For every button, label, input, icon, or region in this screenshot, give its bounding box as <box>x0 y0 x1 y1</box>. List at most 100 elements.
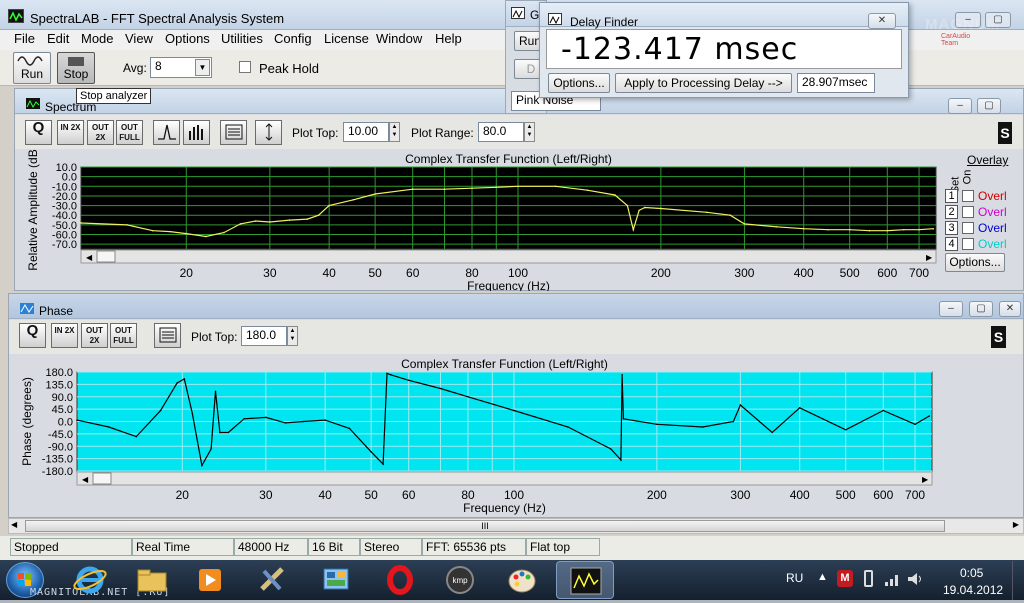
y-tick-label: -90.0 <box>48 441 73 453</box>
bar-mode-icon[interactable] <box>183 120 210 145</box>
menu-window[interactable]: Window <box>376 31 422 46</box>
spectrum-plot[interactable]: Complex Transfer Function (Left/Right) 10… <box>15 149 945 291</box>
stop-button[interactable]: Stop <box>57 52 95 84</box>
apply-processing-delay-button[interactable]: Apply to Processing Delay --> <box>615 73 792 93</box>
tray-volume-icon[interactable] <box>906 571 924 590</box>
phase-zoom-out-2x-icon[interactable]: OUT 2X <box>81 323 108 348</box>
chart-scroll-thumb[interactable] <box>96 250 116 263</box>
menu-edit[interactable]: Edit <box>47 31 69 46</box>
phase-s-badge[interactable]: S <box>991 326 1006 348</box>
main-maximize-button[interactable]: ▢ <box>985 12 1011 28</box>
kmplayer-icon[interactable]: kmp <box>440 561 480 599</box>
overlay-1-checkbox[interactable] <box>962 190 974 202</box>
spectrum-plot-top-input[interactable]: 10.00 <box>343 122 389 142</box>
ie-icon[interactable] <box>70 561 110 599</box>
chart-scroll-thumb[interactable] <box>92 472 112 485</box>
phase-close-button[interactable]: ✕ <box>999 301 1021 317</box>
show-desktop-button[interactable] <box>1012 561 1024 600</box>
phase-minimize-button[interactable]: – <box>939 301 963 317</box>
scroll-left-arrow[interactable]: ◀ <box>11 520 17 529</box>
chart-scroll-right[interactable]: ▶ <box>922 475 929 484</box>
menu-view[interactable]: View <box>125 31 153 46</box>
overlay-4-label[interactable]: Overl <box>978 237 1007 251</box>
spectrum-minimize-button[interactable]: – <box>948 98 972 114</box>
spectralab-taskbar-icon[interactable] <box>556 561 614 599</box>
clock-time[interactable]: 0:05 <box>960 566 983 580</box>
run-label: Run <box>20 67 43 81</box>
folder-icon[interactable] <box>132 561 172 599</box>
plot-range-input[interactable]: 80.0 <box>478 122 524 142</box>
tools-icon[interactable] <box>252 561 292 599</box>
peak-hold-checkbox[interactable] <box>239 61 251 73</box>
scroll-right-arrow[interactable]: ▶ <box>1013 520 1019 529</box>
overlay-3-checkbox[interactable] <box>962 222 974 234</box>
clock-date[interactable]: 19.04.2012 <box>943 583 1003 597</box>
language-indicator[interactable]: RU <box>786 571 803 585</box>
run-button[interactable]: Run <box>13 52 51 84</box>
overlay-3-label[interactable]: Overl <box>978 221 1007 235</box>
tray-arrow-icon[interactable]: ▲ <box>817 571 828 583</box>
phase-zoom-out-full-icon[interactable]: OUT FULL <box>110 323 137 348</box>
x-tick-label: 400 <box>794 266 814 280</box>
menu-utilities[interactable]: Utilities <box>221 31 263 46</box>
overlay-1-label[interactable]: Overl <box>978 189 1007 203</box>
menu-config[interactable]: Config <box>274 31 312 46</box>
paint-icon[interactable] <box>502 561 542 599</box>
data-point <box>638 209 640 212</box>
phase-zoom-in-2x-icon[interactable]: IN 2X <box>51 323 78 348</box>
chart-hscrollbar[interactable] <box>80 249 937 264</box>
phase-window: Phase – ▢ ✕ Q IN 2X OUT 2X OUT FULL Plot… <box>8 293 1024 518</box>
plot-area[interactable] <box>80 166 937 250</box>
phase-plot-top-input[interactable]: 180.0 <box>241 326 287 346</box>
main-minimize-button[interactable]: – <box>955 12 981 28</box>
data-point <box>324 419 326 421</box>
overlay-2-label[interactable]: Overl <box>978 205 1007 219</box>
chevron-down-icon[interactable]: ▼ <box>195 59 210 76</box>
chart-scroll-left[interactable]: ◀ <box>86 253 93 262</box>
overlay-4-checkbox[interactable] <box>962 238 974 250</box>
main-hscrollbar[interactable]: ◀ III ▶ <box>8 518 1024 534</box>
x-tick-label: 100 <box>504 488 524 502</box>
plot-range-spinner[interactable]: ▲ ▼ <box>524 122 535 142</box>
phase-maximize-button[interactable]: ▢ <box>969 301 993 317</box>
avg-select[interactable]: 8 ▼ <box>150 57 212 78</box>
tray-power-icon[interactable] <box>864 570 873 587</box>
control-panel-icon[interactable] <box>316 561 356 599</box>
menu-help[interactable]: Help <box>435 31 462 46</box>
x-tick-label: 50 <box>364 488 378 502</box>
x-tick-label: 40 <box>318 488 332 502</box>
menu-file[interactable]: File <box>14 31 35 46</box>
chart-scroll-right[interactable]: ▶ <box>926 253 933 262</box>
spectrum-restore-button[interactable]: ▢ <box>977 98 1001 114</box>
phase-plot[interactable]: Complex Transfer Function (Left/Right) 18… <box>9 352 949 518</box>
phase-plot-top-spinner[interactable]: ▲ ▼ <box>287 326 298 346</box>
menu-options[interactable]: Options <box>165 31 210 46</box>
menu-license[interactable]: License <box>324 31 369 46</box>
overlay-options-button[interactable]: Options... <box>945 253 1005 272</box>
zoom-out-full-icon[interactable]: OUT FULL <box>116 120 143 145</box>
scale-axis-icon[interactable] <box>255 120 282 145</box>
spectrum-plot-top-spinner[interactable]: ▲ ▼ <box>389 122 400 142</box>
phase-titlebar[interactable] <box>9 294 1023 319</box>
zoom-out-2x-icon[interactable]: OUT 2X <box>87 120 114 145</box>
overlay-2-checkbox[interactable] <box>962 206 974 218</box>
zoom-icon[interactable]: Q <box>25 120 52 145</box>
data-point <box>185 232 188 235</box>
zoom-in-2x-icon[interactable]: IN 2X <box>57 120 84 145</box>
chart-scroll-left[interactable]: ◀ <box>82 475 89 484</box>
delay-options-button[interactable]: Options... <box>548 73 610 93</box>
spectrum-s-badge[interactable]: S <box>998 122 1012 144</box>
scroll-thumb[interactable]: III <box>25 520 945 532</box>
chart-hscrollbar[interactable] <box>76 471 933 486</box>
menu-mode[interactable]: Mode <box>81 31 114 46</box>
processing-delay-field[interactable]: 28.907msec <box>797 73 875 93</box>
line-mode-icon[interactable] <box>153 120 180 145</box>
media-player-icon[interactable] <box>190 561 230 599</box>
delay-finder-close-button[interactable]: ✕ <box>868 13 896 29</box>
opera-icon[interactable] <box>380 561 420 599</box>
table-view-icon[interactable] <box>220 120 247 145</box>
phase-zoom-icon[interactable]: Q <box>19 323 46 348</box>
phase-table-view-icon[interactable] <box>154 323 181 348</box>
tray-network-icon[interactable] <box>884 571 902 590</box>
tray-antivirus-icon[interactable]: M <box>837 570 853 587</box>
